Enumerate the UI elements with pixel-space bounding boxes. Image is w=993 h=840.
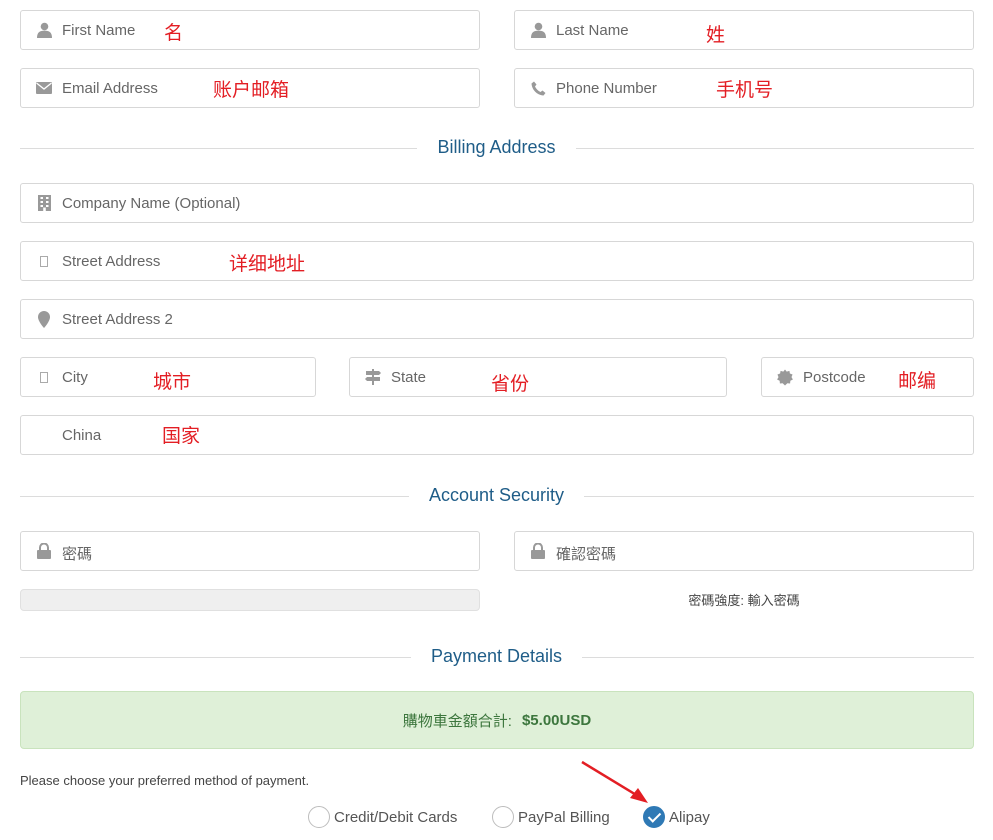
cart-total-label: 購物車金額合計: [402,712,512,730]
last-name-note: 姓 [706,24,726,46]
password-field[interactable]: 密碼 [20,531,480,571]
payment-option-alipay-label: Alipay [669,808,710,826]
state-note: 省份 [491,373,530,395]
billing-title: Billing Address [0,137,993,158]
confirm-password-placeholder: 確認密碼 [556,546,617,563]
radio-alipay[interactable] [643,806,665,828]
company-placeholder: Company Name (Optional) [62,195,241,212]
last-name-placeholder: Last Name [556,22,629,39]
postcode-field[interactable]: Postcode [761,357,974,397]
password-strength-text: 密碼強度: 輸入密碼 [688,593,800,608]
certificate-icon [777,369,793,385]
last-name-field[interactable]: Last Name [514,10,974,50]
building-icon [36,195,52,211]
payment-option-alipay[interactable]: Alipay [643,806,710,828]
lock-icon [36,543,52,559]
postcode-note: 邮编 [898,370,937,392]
postcode-placeholder: Postcode [803,369,866,386]
state-placeholder: State [391,369,427,386]
confirm-password-field[interactable]: 確認密碼 [514,531,974,571]
missing-glyph-icon [36,253,52,269]
company-field[interactable]: Company Name (Optional) [20,183,974,223]
lock-icon [530,543,546,559]
city-note: 城市 [153,371,192,393]
payment-option-paypal[interactable]: PayPal Billing [492,806,610,828]
annotation-arrow [581,760,648,803]
phone-note: 手机号 [716,79,774,101]
cart-total-alert: 購物車金額合計: $5.00USD [20,691,974,749]
payment-hint: Please choose your preferred method of p… [20,773,310,788]
phone-icon [530,80,546,96]
city-placeholder: City [62,369,88,386]
email-note: 账户邮箱 [213,79,290,101]
radio-card[interactable] [308,806,330,828]
payment-option-card[interactable]: Credit/Debit Cards [308,806,457,828]
state-field[interactable]: State [349,357,727,397]
missing-glyph-icon [36,369,52,385]
map-marker-icon [36,310,52,328]
street-address-2-placeholder: Street Address 2 [62,311,173,328]
street-address-2-field[interactable]: Street Address 2 [20,299,974,339]
security-title: Account Security [0,485,993,506]
signpost-icon [365,369,381,385]
country-note: 国家 [162,425,201,447]
radio-paypal[interactable] [492,806,514,828]
phone-placeholder: Phone Number [556,80,657,97]
street-address-field[interactable]: Street Address [20,241,974,281]
street-address-note: 详细地址 [229,253,306,275]
email-placeholder: Email Address [62,80,158,97]
cart-total-value: $5.00USD [521,711,592,729]
envelope-icon [36,80,52,96]
country-value: China [62,427,102,444]
user-icon [36,22,52,38]
password-placeholder: 密碼 [62,546,93,563]
password-strength-bar [20,589,480,611]
user-icon [530,22,546,38]
payment-option-paypal-label: PayPal Billing [518,808,610,826]
payment-option-card-label: Credit/Debit Cards [334,808,458,826]
first-name-placeholder: First Name [62,22,136,39]
first-name-note: 名 [164,22,184,44]
payment-title: Payment Details [0,646,993,667]
first-name-field[interactable]: First Name [20,10,480,50]
street-address-placeholder: Street Address [62,253,161,270]
